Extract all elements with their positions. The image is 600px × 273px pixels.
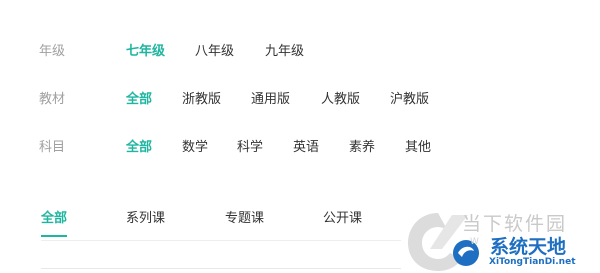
tab-all[interactable]: 全部 <box>41 207 67 226</box>
watermark-sub: W <box>470 237 479 247</box>
subject-option-all[interactable]: 全部 <box>126 136 152 155</box>
tab-public[interactable]: 公开课 <box>323 207 362 226</box>
grade-label: 年级 <box>39 43 66 59</box>
grade-option-7[interactable]: 七年级 <box>126 40 165 59</box>
subject-option-science[interactable]: 科学 <box>237 136 263 155</box>
watermark-url: XiTongTianDi.net <box>489 257 576 267</box>
watermark: 当下软件园 W 系统天地 XiTongTianDi.net <box>400 205 600 273</box>
grade-option-9[interactable]: 九年级 <box>265 40 304 59</box>
subject-option-english[interactable]: 英语 <box>293 136 319 155</box>
active-tab-indicator <box>41 235 67 237</box>
content-divider <box>41 268 401 269</box>
subject-label: 科目 <box>39 139 66 155</box>
tab-series[interactable]: 系列课 <box>126 207 165 226</box>
subject-option-other[interactable]: 其他 <box>405 136 431 155</box>
textbook-option-hujiao[interactable]: 沪教版 <box>390 88 429 107</box>
watermark-text-xitong: 系统天地 <box>490 236 567 258</box>
textbook-label: 教材 <box>39 91 66 107</box>
textbook-option-tongyong[interactable]: 通用版 <box>251 88 290 107</box>
subject-option-literacy[interactable]: 素养 <box>349 136 375 155</box>
tab-topic[interactable]: 专题课 <box>225 207 264 226</box>
grade-option-8[interactable]: 八年级 <box>195 40 234 59</box>
tabs-divider <box>41 240 401 241</box>
textbook-option-renjiao[interactable]: 人教版 <box>321 88 360 107</box>
subject-option-math[interactable]: 数学 <box>182 136 208 155</box>
textbook-option-zhejiao[interactable]: 浙教版 <box>182 88 221 107</box>
textbook-option-all[interactable]: 全部 <box>126 88 152 107</box>
course-type-tabs: 全部 系列课 专题课 公开课 <box>0 204 400 240</box>
